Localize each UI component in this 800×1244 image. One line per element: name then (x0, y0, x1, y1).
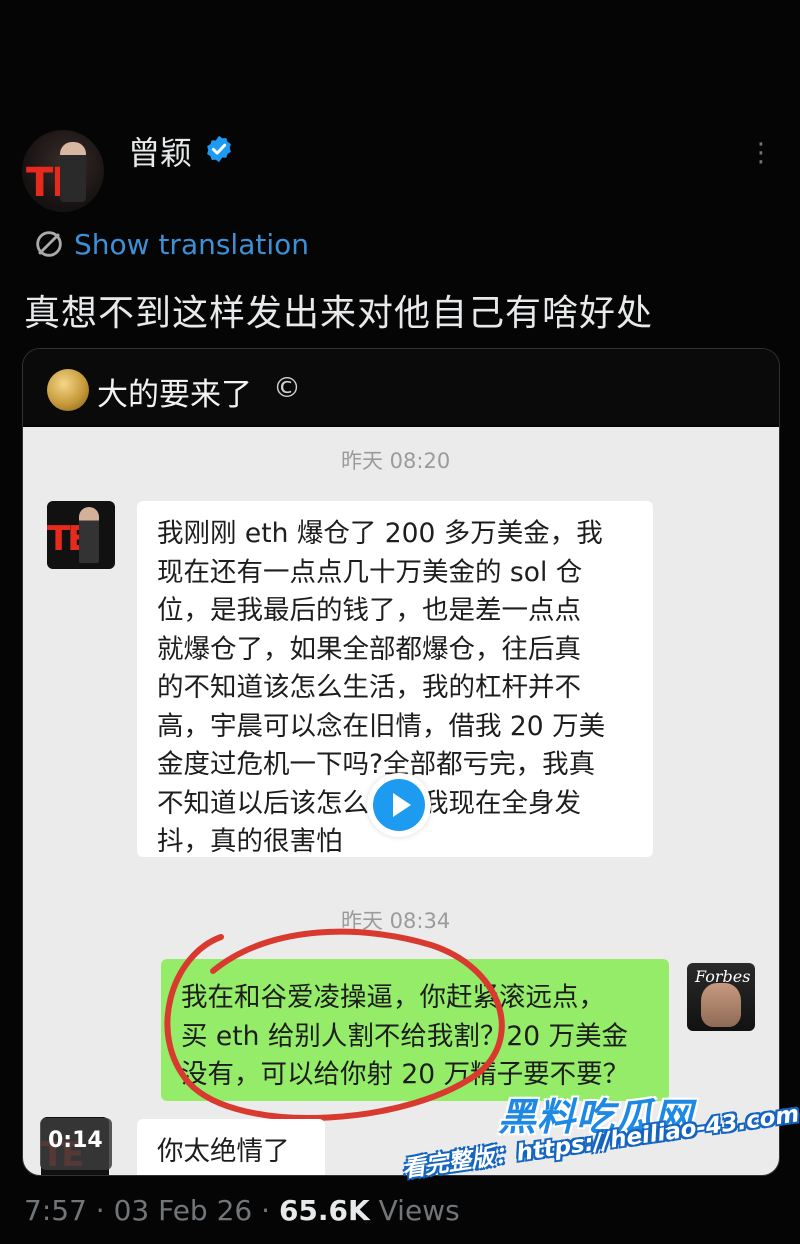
chat-timestamp: 昨天 08:20 (341, 449, 451, 473)
separator-dot: · (86, 1194, 114, 1227)
tweet-date[interactable]: 03 Feb 26 (114, 1194, 253, 1227)
message-line: 我刚刚 eth 爆仓了 200 多万美金，我 (157, 518, 603, 549)
separator-dot: · (252, 1194, 279, 1227)
red-circle-annotation (164, 928, 505, 1121)
message-line: 高，宇晨可以念在旧情，借我 20 万美 (157, 710, 606, 742)
group-title-suffix: © (273, 371, 301, 404)
show-translation-link[interactable]: Show translation (32, 224, 309, 264)
author-name[interactable]: 曾颖 (128, 128, 192, 174)
tweet-text: 真想不到这样发出来对他自己有啥好处 (24, 293, 654, 334)
sender-avatar: TE (47, 501, 115, 569)
group-title: 大的要来了 (97, 377, 252, 413)
video-play-button[interactable] (367, 773, 431, 837)
group-avatar (47, 369, 89, 411)
message-line: 的不知道该怎么生活，我的杠杆并不 (157, 672, 581, 703)
verified-badge-icon (207, 135, 231, 163)
views-count: 65.6K (278, 1194, 370, 1227)
views-label: Views (369, 1194, 460, 1227)
tweet-time[interactable]: 7:57 (24, 1194, 87, 1227)
video-duration-badge: 0:14 (40, 1118, 112, 1170)
chat-area: 昨天 08:20 TE 我刚刚 eth 爆仓了 200 多万美金，我 现在还有一… (23, 427, 779, 1175)
more-options-icon[interactable]: ⋮ (748, 140, 774, 178)
own-avatar: Forbes (687, 963, 755, 1031)
message-line: 你太绝情了 (157, 1136, 290, 1167)
play-icon (373, 779, 425, 831)
message-line: 就爆仓了，如果全部都爆仓，往后真 (157, 633, 581, 665)
author-avatar[interactable]: TE (22, 130, 104, 212)
message-line: 位，是我最后的钱了，也是差一点点 (157, 595, 581, 626)
tweet-metadata: 7:57 · 03 Feb 26 · 65.6K Views (24, 1194, 460, 1227)
translate-icon (36, 231, 62, 257)
embedded-media-card[interactable]: 大的要来了 © 昨天 08:20 TE 我刚刚 eth 爆仓了 200 多万美金… (22, 348, 780, 1176)
message-line: 现在还有一点点几十万美金的 sol 仓 (157, 556, 583, 588)
video-duration-label: 0:14 (48, 1128, 103, 1153)
show-translation-label: Show translation (74, 227, 310, 261)
chat-header: 大的要来了 © (23, 349, 779, 425)
received-message-bubble: 你太绝情了 (137, 1119, 325, 1175)
